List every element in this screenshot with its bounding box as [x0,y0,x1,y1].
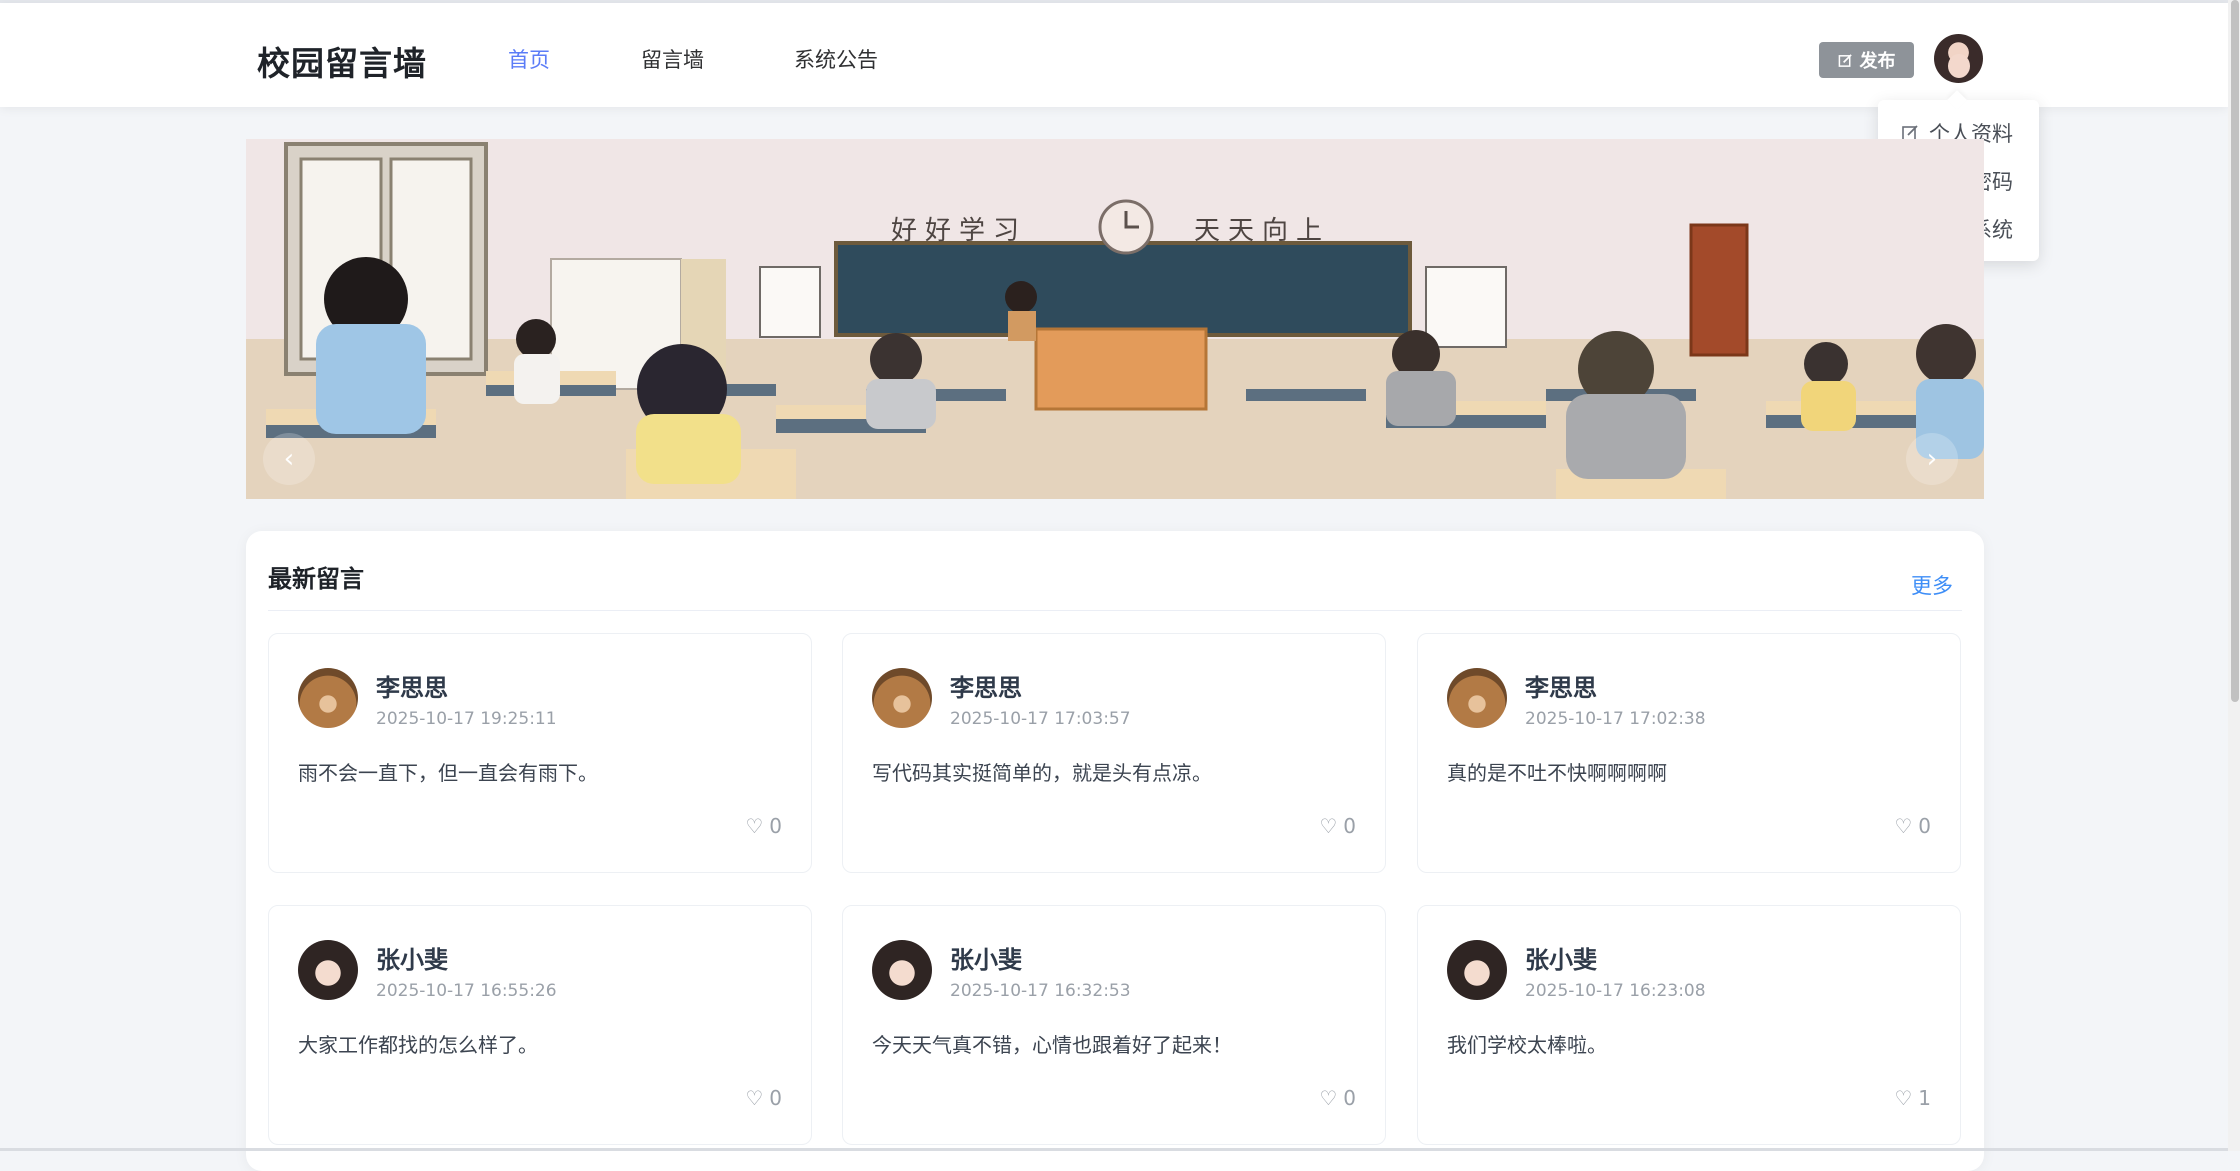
like-count: 0 [769,814,782,838]
carousel-next-button[interactable]: › [1906,433,1958,485]
panel-divider [268,610,1962,611]
like-count: 0 [1343,1086,1356,1110]
banner-carousel[interactable]: 好好学习 天天向上 ‹ › [246,139,1984,499]
avatar [872,940,932,1000]
heart-icon: ♡ [1319,814,1338,838]
nav-announcements[interactable]: 系统公告 [794,44,878,74]
heart-icon: ♡ [745,1086,764,1110]
banner-slogan-left: 好好学习 [891,216,1027,246]
message-card[interactable]: 张小斐 2025-10-17 16:23:08 我们学校太棒啦。 ♡ 1 [1417,905,1961,1145]
site-brand[interactable]: 校园留言墙 [257,37,427,85]
scrollbar-thumb[interactable] [2231,0,2239,702]
like-button[interactable]: ♡ 0 [745,814,782,838]
avatar [1447,668,1507,728]
card-content: 我们学校太棒啦。 [1447,1033,1607,1057]
more-link[interactable]: 更多 [1911,570,1953,600]
heart-icon: ♡ [1894,1086,1913,1110]
message-card[interactable]: 张小斐 2025-10-17 16:32:53 今天天气真不错，心情也跟着好了起… [842,905,1386,1145]
avatar [298,940,358,1000]
heart-icon: ♡ [1319,1086,1338,1110]
nav-message-wall[interactable]: 留言墙 [641,44,704,74]
card-author: 张小斐 [1525,946,1597,974]
card-content: 今天天气真不错，心情也跟着好了起来！ [872,1033,1232,1057]
like-count: 0 [1918,814,1931,838]
like-button[interactable]: ♡ 0 [1894,814,1931,838]
card-author: 李思思 [1525,674,1597,702]
like-button[interactable]: ♡ 0 [1319,1086,1356,1110]
classroom-illustration: 好好学习 天天向上 [246,139,1984,499]
like-count: 0 [1343,814,1356,838]
publish-button-label: 发布 [1859,51,1896,72]
card-time: 2025-10-17 17:03:57 [950,709,1131,729]
card-time: 2025-10-17 17:02:38 [1525,709,1706,729]
card-author: 李思思 [950,674,1022,702]
avatar [298,668,358,728]
top-navbar: 校园留言墙 首页 留言墙 系统公告 发布 [0,3,2228,107]
message-card[interactable]: 张小斐 2025-10-17 16:55:26 大家工作都找的怎么样了。 ♡ 0 [268,905,812,1145]
like-button[interactable]: ♡ 0 [1319,814,1356,838]
card-content: 真的是不吐不快啊啊啊啊 [1447,761,1667,785]
like-count: 0 [769,1086,782,1110]
panel-title: 最新留言 [268,565,364,593]
nav-home[interactable]: 首页 [508,44,550,74]
message-card[interactable]: 李思思 2025-10-17 17:02:38 真的是不吐不快啊啊啊啊 ♡ 0 [1417,633,1961,873]
message-card[interactable]: 李思思 2025-10-17 19:25:11 雨不会一直下，但一直会有雨下。 … [268,633,812,873]
card-content: 写代码其实挺简单的，就是头有点凉。 [872,761,1212,785]
card-time: 2025-10-17 16:55:26 [376,981,557,1001]
card-content: 雨不会一直下，但一直会有雨下。 [298,761,598,785]
like-button[interactable]: ♡ 0 [745,1086,782,1110]
card-time: 2025-10-17 16:32:53 [950,981,1131,1001]
edit-icon [1838,53,1852,67]
publish-button[interactable]: 发布 [1819,42,1914,78]
card-time: 2025-10-17 19:25:11 [376,709,557,729]
card-content: 大家工作都找的怎么样了。 [298,1033,538,1057]
carousel-prev-button[interactable]: ‹ [263,433,315,485]
chevron-right-icon: › [1926,444,1938,474]
user-avatar[interactable] [1934,34,1983,83]
avatar [872,668,932,728]
like-button[interactable]: ♡ 1 [1894,1086,1931,1110]
banner-slogan-right: 天天向上 [1194,216,1330,246]
card-author: 李思思 [376,674,448,702]
heart-icon: ♡ [745,814,764,838]
card-author: 张小斐 [376,946,448,974]
card-author: 张小斐 [950,946,1022,974]
avatar [1447,940,1507,1000]
latest-messages-panel: 最新留言 更多 李思思 2025-10-17 19:25:11 雨不会一直下，但… [246,531,1984,1171]
card-time: 2025-10-17 16:23:08 [1525,981,1706,1001]
heart-icon: ♡ [1894,814,1913,838]
like-count: 1 [1918,1086,1931,1110]
chevron-left-icon: ‹ [283,444,295,474]
message-card[interactable]: 李思思 2025-10-17 17:03:57 写代码其实挺简单的，就是头有点凉… [842,633,1386,873]
